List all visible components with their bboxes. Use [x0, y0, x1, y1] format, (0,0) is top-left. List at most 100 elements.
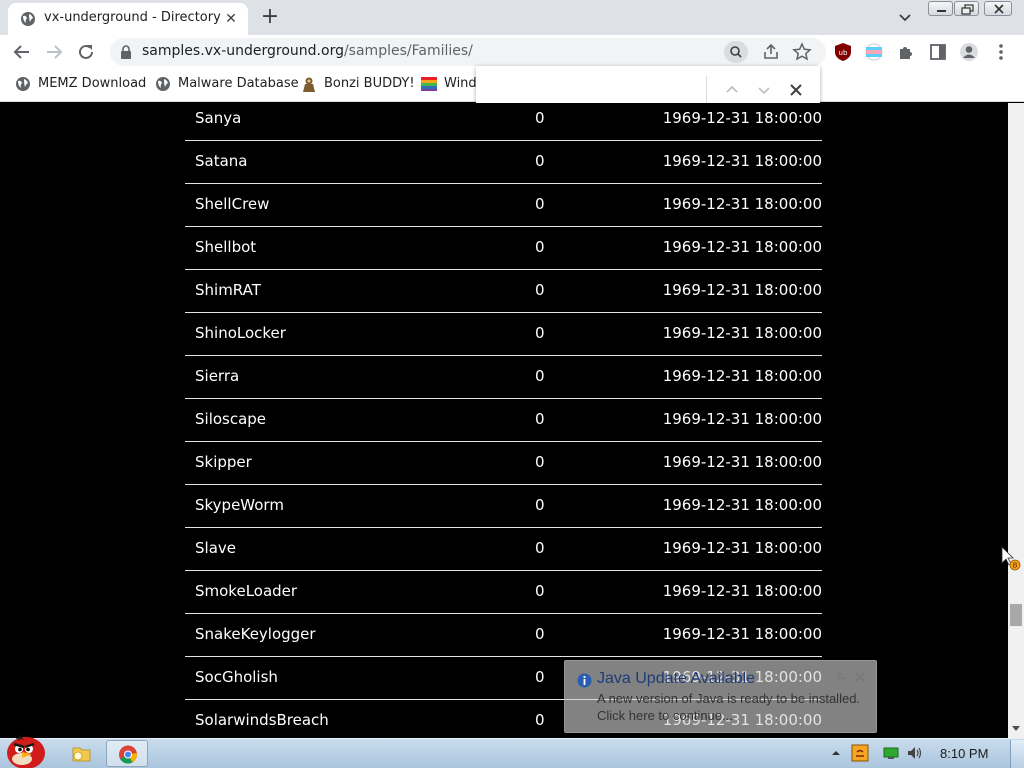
bookmark-label: MEMZ Download — [38, 76, 147, 91]
directory-row: Sierra 0 1969-12-31 18:00:00 — [185, 356, 822, 399]
network-icon[interactable] — [883, 746, 899, 760]
bookmark-malware-database[interactable]: Malware Database — [155, 76, 299, 94]
tab-vx-underground[interactable]: vx-underground - Directory ✕ — [8, 3, 248, 35]
family-item-count: 0 — [535, 238, 545, 256]
url-text[interactable]: samples.vx-underground.org/samples/Famil… — [142, 43, 473, 59]
family-name-link[interactable]: Skipper — [195, 453, 252, 471]
url-host: samples.vx-underground.org — [142, 43, 344, 59]
family-modified-date: 1969-12-31 18:00:00 — [662, 109, 822, 127]
windows-flag-icon — [421, 77, 437, 91]
tab-title: vx-underground - Directory — [44, 10, 221, 25]
side-panel-icon[interactable] — [927, 41, 949, 63]
family-name-link[interactable]: Slave — [195, 539, 236, 557]
start-button-angry-bird-icon[interactable] — [0, 731, 52, 768]
taskbar-chrome-button[interactable] — [106, 740, 148, 767]
bookmark-memz-download[interactable]: MEMZ Download — [15, 76, 147, 94]
extensions-puzzle-icon[interactable] — [895, 41, 917, 63]
vertical-scrollbar[interactable] — [1008, 103, 1024, 738]
close-tab-icon[interactable]: ✕ — [222, 10, 240, 28]
family-modified-date: 1969-12-31 18:00:00 — [662, 238, 822, 256]
notification-title: Java Update Available — [597, 670, 756, 687]
family-modified-date: 1969-12-31 18:00:00 — [662, 539, 822, 557]
family-modified-date: 1969-12-31 18:00:00 — [662, 410, 822, 428]
family-name-link[interactable]: Sanya — [195, 109, 241, 127]
family-name-link[interactable]: SnakeKeylogger — [195, 625, 316, 643]
tab-strip: vx-underground - Directory ✕ + — [0, 0, 1024, 35]
back-arrow-icon[interactable] — [11, 41, 33, 63]
reload-icon[interactable] — [75, 41, 97, 63]
family-item-count: 0 — [535, 152, 545, 170]
family-item-count: 0 — [535, 711, 545, 729]
chrome-icon — [119, 745, 137, 764]
mouse-cursor-icon: B — [1001, 546, 1021, 571]
taskbar-clock[interactable]: 8:10 PM — [940, 746, 988, 761]
lock-icon[interactable] — [120, 45, 132, 59]
bookmark-star-icon[interactable] — [791, 41, 813, 63]
page-content: Sanya 0 1969-12-31 18:00:00 Satana 0 1969-12-… — [0, 103, 1008, 738]
chevron-down-icon[interactable] — [754, 80, 774, 100]
family-modified-date: 1969-12-31 18:00:00 — [662, 625, 822, 643]
family-name-link[interactable]: Satana — [195, 152, 248, 170]
share-icon[interactable] — [760, 41, 782, 63]
chevron-down-icon[interactable] — [894, 8, 916, 28]
family-modified-date: 1969-12-31 18:00:00 — [662, 582, 822, 600]
family-modified-date: 1969-12-31 18:00:00 — [662, 281, 822, 299]
close-icon[interactable] — [786, 80, 806, 100]
url-path: /samples/Families/ — [343, 43, 473, 59]
bookmark-label: Malware Database — [178, 76, 299, 91]
volume-icon[interactable] — [906, 745, 924, 761]
scrollbar-thumb[interactable] — [1010, 604, 1022, 626]
family-item-count: 0 — [535, 109, 545, 127]
find-input[interactable] — [484, 76, 704, 104]
family-item-count: 0 — [535, 324, 545, 342]
bookmark-label: Wind — [444, 76, 476, 91]
directory-row: ShellCrew 0 1969-12-31 18:00:00 — [185, 184, 822, 227]
flag-extension-icon[interactable] — [863, 41, 885, 63]
family-name-link[interactable]: SolarwindsBreach — [195, 711, 329, 729]
directory-row: Skipper 0 1969-12-31 18:00:00 — [185, 442, 822, 485]
family-name-link[interactable]: ShellCrew — [195, 195, 269, 213]
ublock-origin-icon[interactable]: ub — [832, 41, 854, 63]
family-name-link[interactable]: Shellbot — [195, 238, 256, 256]
directory-row: ShimRAT 0 1969-12-31 18:00:00 — [185, 270, 822, 313]
minimize-icon — [937, 10, 946, 12]
family-item-count: 0 — [535, 281, 545, 299]
family-name-link[interactable]: ShinoLocker — [195, 324, 286, 342]
family-name-link[interactable]: SkypeWorm — [195, 496, 284, 514]
family-item-count: 0 — [535, 410, 545, 428]
menu-kebab-icon[interactable] — [990, 41, 1012, 63]
family-modified-date: 1969-12-31 18:00:00 — [662, 496, 822, 514]
pin-icon[interactable] — [833, 670, 847, 684]
java-tray-icon[interactable] — [851, 744, 869, 762]
chevron-up-icon[interactable] — [722, 80, 742, 100]
restore-icon — [961, 4, 974, 15]
close-icon — [994, 4, 1004, 14]
address-bar[interactable]: samples.vx-underground.org/samples/Famil… — [110, 38, 826, 66]
scroll-down-arrow-icon[interactable] — [1012, 724, 1020, 732]
family-name-link[interactable]: SmokeLoader — [195, 582, 297, 600]
family-modified-date: 1969-12-31 18:00:00 — [662, 324, 822, 342]
directory-row: SmokeLoader 0 1969-12-31 18:00:00 — [185, 571, 822, 614]
bookmark-wind[interactable]: Wind — [421, 76, 476, 94]
family-name-link[interactable]: Siloscape — [195, 410, 266, 428]
minimize-window-button[interactable] — [928, 1, 953, 16]
globe-icon — [156, 77, 170, 91]
java-update-notification[interactable]: Java Update Available A new version of J… — [564, 660, 877, 733]
zoom-icon[interactable] — [724, 41, 748, 63]
family-name-link[interactable]: ShimRAT — [195, 281, 261, 299]
family-name-link[interactable]: Sierra — [195, 367, 239, 385]
close-icon[interactable] — [853, 670, 867, 684]
bookmark-label: Bonzi BUDDY! — [324, 76, 415, 91]
restore-window-button[interactable] — [954, 1, 979, 16]
forward-arrow-icon[interactable] — [43, 41, 65, 63]
bookmark-bonzi-buddy[interactable]: Bonzi BUDDY! — [301, 76, 415, 94]
profile-avatar-icon[interactable] — [958, 41, 980, 63]
close-window-button[interactable] — [984, 1, 1012, 16]
file-explorer-icon[interactable] — [62, 741, 100, 767]
family-name-link[interactable]: SocGholish — [195, 668, 278, 686]
show-hidden-icons-arrow-icon[interactable] — [831, 748, 841, 758]
directory-row: Sanya 0 1969-12-31 18:00:00 — [185, 103, 822, 141]
new-tab-icon[interactable]: + — [258, 6, 282, 30]
show-desktop-button[interactable] — [1010, 740, 1024, 768]
notification-link[interactable]: Click here to continue... — [597, 708, 733, 723]
